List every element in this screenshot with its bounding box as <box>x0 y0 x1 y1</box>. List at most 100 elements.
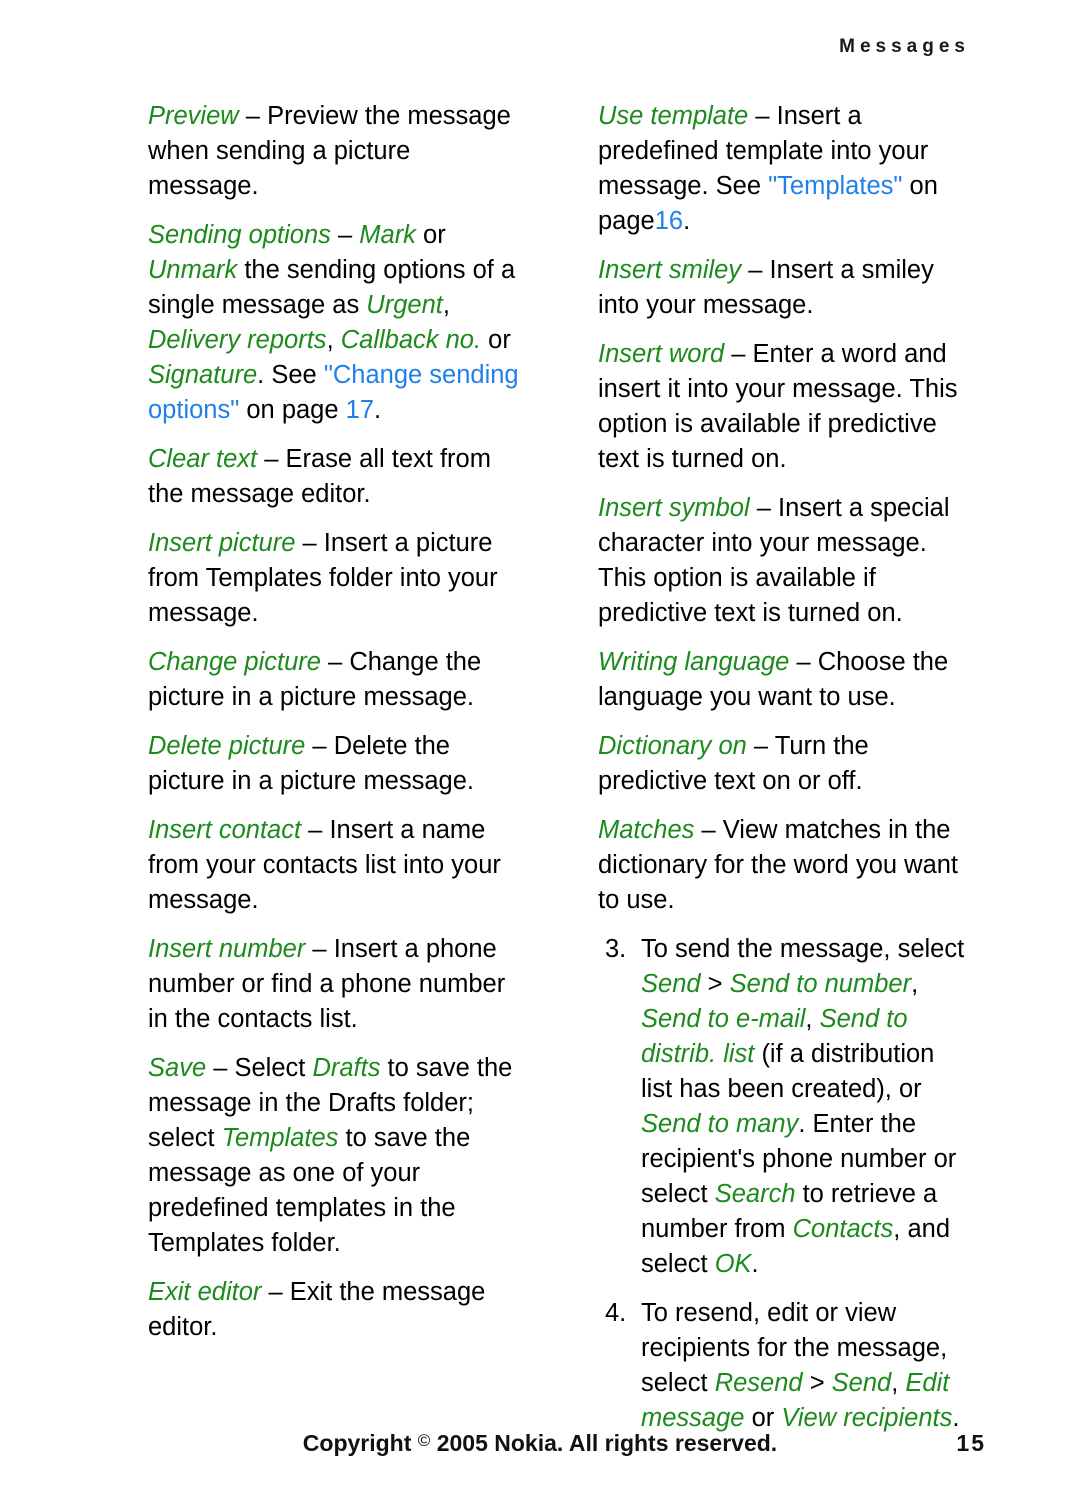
option-insert-word: Insert word – Enter a word and insert it… <box>598 337 970 477</box>
text-or: or <box>415 221 446 249</box>
option-writing-language: Writing language – Choose the language y… <box>598 645 970 715</box>
term-preview: Preview <box>148 102 239 130</box>
option-save: Save – Select Drafts to save the message… <box>148 1051 520 1261</box>
punct: . <box>683 207 691 235</box>
term-delivery-reports: Delivery reports <box>148 326 327 354</box>
dash: – <box>320 648 350 676</box>
term-matches: Matches <box>598 816 695 844</box>
term-drafts: Drafts <box>312 1054 381 1082</box>
option-sending-options: Sending options – Mark or Unmark the sen… <box>148 218 520 428</box>
manual-page: Messages Preview – Preview the message w… <box>0 0 1080 1496</box>
xref-page-17[interactable]: 17 <box>346 396 374 424</box>
term-view-recipients: View recipients <box>781 1404 953 1432</box>
dash: – <box>748 102 777 130</box>
step-3-number: 3. <box>605 935 627 963</box>
copyright-icon: © <box>417 1431 431 1450</box>
text-or: or <box>744 1404 782 1432</box>
option-matches: Matches – View matches in the dictionary… <box>598 813 970 918</box>
separator: > <box>700 970 730 998</box>
term-save: Save <box>148 1054 207 1082</box>
term-callback-no: Callback no. <box>340 326 482 354</box>
dash: – <box>238 102 268 130</box>
dash: – <box>257 445 286 473</box>
term-signature: Signature <box>148 361 258 389</box>
dash: – <box>295 529 324 557</box>
term-send-to-number: Send to number <box>729 970 912 998</box>
term-send-to-email: Send to e-mail <box>641 1005 806 1033</box>
option-change-picture: Change picture – Change the picture in a… <box>148 645 520 715</box>
term-exit-editor: Exit editor <box>148 1278 262 1306</box>
term-writing-language: Writing language <box>598 648 790 676</box>
dash: – <box>694 816 723 844</box>
term-insert-contact: Insert contact <box>148 816 302 844</box>
term-contacts: Contacts <box>792 1215 894 1243</box>
term-dictionary-on: Dictionary on <box>598 732 747 760</box>
term-send: Send <box>641 970 701 998</box>
term-unmark: Unmark <box>148 256 238 284</box>
dash: – <box>330 221 360 249</box>
page-footer: Copyright © 2005 Nokia. All rights reser… <box>0 1430 1080 1464</box>
text-or: or <box>481 326 511 354</box>
text-see: . See <box>257 361 324 389</box>
copyright-notice: Copyright © 2005 Nokia. All rights reser… <box>0 1430 1080 1457</box>
left-column: Preview – Preview the message when sendi… <box>148 99 520 1345</box>
step-3: 3. To send the message, select Send > Sen… <box>598 932 970 1282</box>
xref-templates[interactable]: "Templates" <box>768 172 902 200</box>
term-change-picture: Change picture <box>148 648 321 676</box>
dash: – <box>789 648 818 676</box>
dash: – <box>206 1054 235 1082</box>
dash: – <box>305 935 334 963</box>
dash: – <box>301 816 330 844</box>
copyright-text-pre: Copyright <box>302 1430 418 1456</box>
punct: , <box>326 326 341 354</box>
text-on-page: on page <box>239 396 346 424</box>
term-delete-picture: Delete picture <box>148 732 306 760</box>
dash: – <box>741 256 770 284</box>
separator: > <box>802 1369 832 1397</box>
term-clear-text: Clear text <box>148 445 258 473</box>
step-4: 4. To resend, edit or view recipients for… <box>598 1296 970 1436</box>
step-3-text-1: To send the message, select <box>641 935 965 963</box>
punct: . <box>374 396 382 424</box>
term-send: Send <box>831 1369 892 1397</box>
term-use-template: Use template <box>598 102 749 130</box>
option-insert-symbol: Insert symbol – Insert a special charact… <box>598 491 970 631</box>
term-resend: Resend <box>714 1369 803 1397</box>
term-ok: OK <box>714 1250 752 1278</box>
punct: , <box>442 291 450 319</box>
term-insert-word: Insert word <box>598 340 725 368</box>
punct: , <box>911 970 919 998</box>
term-search: Search <box>714 1180 796 1208</box>
punct: . <box>952 1404 960 1432</box>
option-clear-text: Clear text – Erase all text from the mes… <box>148 442 520 512</box>
term-insert-symbol: Insert symbol <box>598 494 750 522</box>
text-select: Select <box>234 1054 313 1082</box>
option-insert-number: Insert number – Insert a phone number or… <box>148 932 520 1037</box>
option-delete-picture: Delete picture – Delete the picture in a… <box>148 729 520 799</box>
term-templates: Templates <box>221 1124 339 1152</box>
option-insert-contact: Insert contact – Insert a name from your… <box>148 813 520 918</box>
xref-page-16[interactable]: 16 <box>655 207 683 235</box>
option-exit-editor: Exit editor – Exit the message editor. <box>148 1275 520 1345</box>
term-insert-picture: Insert picture <box>148 529 296 557</box>
term-sending-options: Sending options <box>148 221 331 249</box>
step-4-number: 4. <box>605 1299 627 1327</box>
dash: – <box>305 732 334 760</box>
punct: , <box>891 1369 906 1397</box>
option-insert-picture: Insert picture – Insert a picture from T… <box>148 526 520 631</box>
two-column-body: Preview – Preview the message when sendi… <box>148 99 986 1432</box>
option-use-template: Use template – Insert a predefined templ… <box>598 99 970 239</box>
copyright-text-post: 2005 Nokia. All rights reserved. <box>430 1430 778 1456</box>
option-dictionary-on: Dictionary on – Turn the predictive text… <box>598 729 970 799</box>
dash: – <box>724 340 753 368</box>
option-preview: Preview – Preview the message when sendi… <box>148 99 520 204</box>
term-mark: Mark <box>359 221 416 249</box>
dash: – <box>261 1278 290 1306</box>
term-insert-number: Insert number <box>148 935 306 963</box>
dash: – <box>749 494 778 522</box>
punct: . <box>751 1250 759 1278</box>
dash: – <box>746 732 775 760</box>
term-urgent: Urgent <box>366 291 443 319</box>
option-insert-smiley: Insert smiley – Insert a smiley into you… <box>598 253 970 323</box>
running-header: Messages <box>839 36 970 57</box>
